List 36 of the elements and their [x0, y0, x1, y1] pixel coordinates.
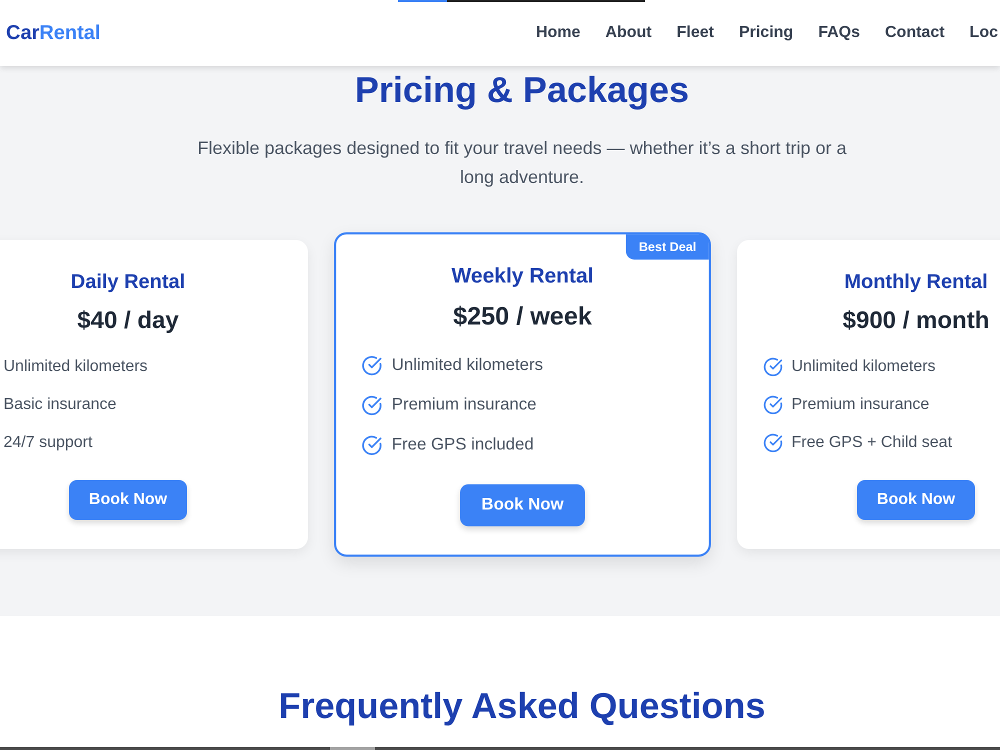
section-title: Pricing & Packages [354, 70, 690, 110]
check-circle-icon [360, 355, 382, 376]
nav-link[interactable]: Pricing [738, 21, 794, 45]
plan-feature: Unlimited kilometers [4, 357, 148, 377]
plan-price: $250 / week [452, 302, 592, 333]
check-circle-icon [762, 357, 782, 377]
plan-price: $40 / day [77, 306, 179, 336]
nav-link[interactable]: About [605, 21, 652, 45]
plan-feature: Premium insurance [391, 395, 536, 416]
nav-link[interactable]: Loc [970, 21, 998, 45]
plan-feature: Free GPS included [391, 434, 534, 456]
nav-link[interactable]: Home [536, 21, 580, 45]
check-circle-icon [762, 433, 782, 453]
plan-title: Weekly Rental [451, 264, 593, 290]
plan-feature: 24/7 support [4, 433, 92, 453]
nav-link[interactable]: FAQs [818, 21, 860, 45]
plan-feature: Basic insurance [4, 395, 116, 415]
check-circle-icon [360, 395, 382, 416]
plan-feature: Premium insurance [792, 395, 930, 415]
book-now-button[interactable]: Book Now [460, 484, 584, 526]
plan-title: Monthly Rental [844, 270, 988, 295]
section-title: Frequently Asked Questions [278, 686, 766, 726]
check-circle-icon [360, 434, 382, 456]
check-circle-icon [762, 395, 782, 415]
plan-feature: Unlimited kilometers [792, 357, 936, 377]
nav-link[interactable]: Fleet [676, 21, 714, 45]
logo[interactable]: CarRental [6, 19, 100, 47]
nav-link[interactable]: Contact [884, 21, 945, 45]
best-deal-badge: Best Deal [626, 234, 708, 260]
plan-feature: Unlimited kilometers [391, 355, 543, 376]
book-now-button[interactable]: Book Now [68, 480, 188, 520]
book-now-button[interactable]: Book Now [856, 480, 976, 520]
plan-price: $900 / month [842, 306, 990, 336]
plan-title: Daily Rental [70, 270, 186, 295]
plan-feature: Free GPS + Child seat [792, 433, 952, 453]
section-subtitle: Flexible packages designed to fit your travel needs — whether it’s a short trip or a long adventure. [196, 137, 848, 189]
